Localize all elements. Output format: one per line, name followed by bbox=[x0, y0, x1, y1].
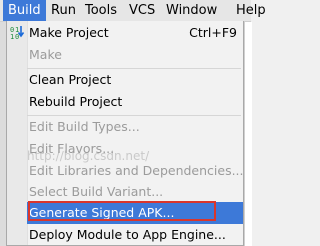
edit-flavors-item[interactable]: Edit Flavors... bbox=[27, 138, 243, 160]
build-dropdown-menu: 0 1 1 0 Make Project Ctrl+F9 Make Clean … bbox=[6, 21, 244, 246]
clean-project-item[interactable]: Clean Project bbox=[27, 69, 243, 91]
make-project-label: Make Project bbox=[29, 25, 109, 40]
make-project-icon: 0 1 1 0 bbox=[10, 26, 25, 39]
menu-window[interactable]: Window bbox=[161, 0, 222, 21]
make-project-item[interactable]: Make Project Ctrl+F9 bbox=[27, 22, 243, 44]
rebuild-project-item[interactable]: Rebuild Project bbox=[27, 91, 243, 113]
make-project-shortcut: Ctrl+F9 bbox=[189, 25, 237, 40]
menu-vcs[interactable]: VCS bbox=[124, 0, 160, 21]
edit-build-types-item[interactable]: Edit Build Types... bbox=[27, 116, 243, 138]
menu-help[interactable]: Help bbox=[231, 0, 271, 21]
menu-tools[interactable]: Tools bbox=[80, 0, 122, 21]
deploy-module-item[interactable]: Deploy Module to App Engine... bbox=[27, 224, 243, 245]
menu-bar: Build Run Tools VCS Window Help bbox=[0, 0, 266, 22]
make-item[interactable]: Make bbox=[27, 44, 243, 66]
menu-icon-gutter bbox=[7, 21, 28, 245]
generate-signed-apk-item[interactable]: Generate Signed APK... bbox=[27, 202, 243, 224]
menu-build[interactable]: Build bbox=[3, 0, 46, 21]
edit-libraries-item[interactable]: Edit Libraries and Dependencies... bbox=[27, 160, 243, 182]
select-build-variant-item[interactable]: Select Build Variant... bbox=[27, 181, 243, 203]
menu-run[interactable]: Run bbox=[46, 0, 81, 21]
editor-right-edge bbox=[244, 22, 252, 246]
svg-text:1: 1 bbox=[10, 33, 14, 39]
